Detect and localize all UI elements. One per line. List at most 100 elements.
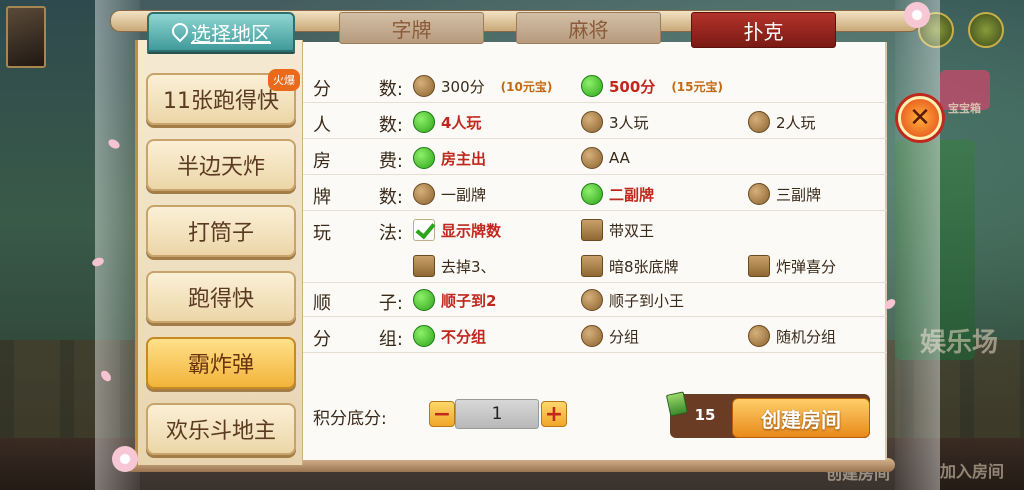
game-item-label: 跑得快	[187, 287, 254, 312]
setting-label: 顺 子:	[313, 289, 403, 315]
checkbox-checked-icon	[413, 219, 435, 241]
option-straight-to-2[interactable]: 顺子到2	[413, 289, 496, 311]
label-char: 分	[313, 329, 331, 350]
option-2-players[interactable]: 2人玩	[748, 111, 816, 133]
setting-row-grouping: 分 组: 不分组 分组 随机分组	[303, 319, 887, 353]
option-remove-3[interactable]: 去掉3、	[413, 255, 496, 277]
game-category-tabs: 字牌 麻将 扑克	[303, 12, 887, 48]
option-3-players[interactable]: 3人玩	[581, 111, 649, 133]
setting-label: 牌 数:	[313, 183, 403, 209]
label-char: 玩	[313, 223, 331, 244]
option-label: 去掉3、	[441, 257, 496, 276]
option-300[interactable]: 300分 (10元宝)	[413, 75, 552, 97]
option-bomb-bonus[interactable]: 炸弹喜分	[748, 255, 836, 277]
tab-zi-pai[interactable]: 字牌	[339, 12, 484, 44]
game-item-huan-le-dou-di-zhu[interactable]: 欢乐斗地主	[146, 403, 296, 455]
setting-label: 分 数:	[313, 75, 403, 101]
setting-row-decks: 牌 数: 一副牌 二副牌 三副牌	[303, 177, 887, 211]
option-label: 炸弹喜分	[776, 257, 837, 276]
option-three-decks[interactable]: 三副牌	[748, 183, 821, 205]
setting-row-score: 分 数: 300分 (10元宝) 500分 (15元宝)	[303, 69, 887, 103]
option-random-group[interactable]: 随机分组	[748, 325, 836, 347]
label-char: 分	[313, 79, 331, 100]
gauze-right	[895, 0, 940, 490]
label-char: 数:	[378, 187, 403, 208]
option-no-group[interactable]: 不分组	[413, 325, 486, 347]
option-show-card-count[interactable]: 显示牌数	[413, 219, 501, 241]
checkbox-icon	[581, 255, 603, 277]
blossom-icon	[112, 446, 138, 472]
checkbox-icon	[748, 255, 770, 277]
game-item-ba-zha-dan[interactable]: 霸炸弹	[146, 337, 296, 389]
option-straight-to-small-joker[interactable]: 顺子到小王	[581, 289, 684, 311]
gear-icon[interactable]	[968, 12, 1004, 48]
game-item-label: 打筒子	[187, 221, 254, 246]
option-aa[interactable]: AA	[581, 147, 630, 169]
option-label: 300分	[441, 77, 485, 96]
option-label: 500分	[609, 77, 656, 96]
room-card-count: 15	[694, 406, 716, 424]
game-item-ban-bian-tian-zha[interactable]: 半边天炸	[146, 139, 296, 191]
tab-pu-ke[interactable]: 扑克	[691, 12, 836, 48]
increase-button[interactable]: +	[541, 401, 567, 427]
label-char: 费:	[378, 151, 403, 172]
avatar[interactable]	[6, 6, 46, 68]
setting-row-straight: 顺 子: 顺子到2 顺子到小王	[303, 283, 887, 317]
radio-icon	[748, 111, 770, 133]
option-label: 显示牌数	[441, 221, 502, 240]
radio-selected-icon	[413, 325, 435, 347]
option-with-jokers[interactable]: 带双王	[581, 219, 654, 241]
option-500[interactable]: 500分 (15元宝)	[581, 75, 723, 97]
base-score-label: 积分底分:	[313, 409, 387, 429]
setting-row-fee: 房 费: 房主出 AA	[303, 141, 887, 175]
tab-ma-jiang[interactable]: 麻将	[516, 12, 661, 44]
radio-selected-icon	[413, 289, 435, 311]
gift-label: 宝宝箱	[948, 102, 981, 115]
option-label: 带双王	[609, 221, 655, 240]
option-label: 不分组	[441, 327, 487, 346]
game-item-pao-de-kuai[interactable]: 跑得快	[146, 271, 296, 323]
radio-icon	[581, 325, 603, 347]
option-label: 二副牌	[609, 185, 655, 204]
setting-row-players: 人 数: 4人玩 3人玩 2人玩	[303, 105, 887, 139]
map-pin-icon	[171, 23, 185, 41]
game-item-label: 半边天炸	[176, 155, 265, 180]
game-item-label: 11张跑得快	[163, 89, 279, 114]
setting-label: 人 数:	[313, 111, 403, 137]
option-group[interactable]: 分组	[581, 325, 639, 347]
option-note: (10元宝)	[500, 79, 553, 94]
game-item-11-pao-de-kuai[interactable]: 11张跑得快 火爆	[146, 69, 300, 125]
option-label: 随机分组	[776, 327, 837, 346]
radio-icon	[413, 183, 435, 205]
option-label: 3人玩	[609, 113, 649, 132]
option-label: 一副牌	[441, 185, 487, 204]
label-char: 数:	[378, 115, 403, 136]
label-char: 顺	[313, 293, 331, 314]
option-label: 暗8张底牌	[609, 257, 679, 276]
base-score-value[interactable]: 1	[455, 399, 539, 429]
option-label: 4人玩	[441, 113, 482, 132]
radio-selected-icon	[413, 111, 435, 133]
label-char: 组:	[378, 329, 403, 350]
radio-selected-icon	[413, 147, 435, 169]
option-hidden-8-cards[interactable]: 暗8张底牌	[581, 255, 679, 277]
radio-selected-icon	[581, 183, 603, 205]
option-label: 房主出	[441, 149, 487, 168]
region-select-tab[interactable]: 选择地区	[147, 12, 295, 52]
option-owner-pays[interactable]: 房主出	[413, 147, 486, 169]
radio-icon	[748, 325, 770, 347]
option-one-deck[interactable]: 一副牌	[413, 183, 486, 205]
label-char: 数:	[378, 79, 403, 100]
create-room-button[interactable]: 创建房间	[732, 398, 870, 438]
label-char: 人	[313, 115, 331, 136]
label-char: 法:	[378, 223, 403, 244]
decrease-button[interactable]: −	[429, 401, 455, 427]
label-char: 牌	[313, 187, 331, 208]
radio-icon	[581, 147, 603, 169]
game-item-da-tong-zi[interactable]: 打筒子	[146, 205, 296, 257]
radio-icon	[413, 75, 435, 97]
option-4-players[interactable]: 4人玩	[413, 111, 481, 133]
option-two-decks[interactable]: 二副牌	[581, 183, 654, 205]
close-button[interactable]: ✕	[898, 96, 942, 140]
label-char: 房	[313, 151, 331, 172]
